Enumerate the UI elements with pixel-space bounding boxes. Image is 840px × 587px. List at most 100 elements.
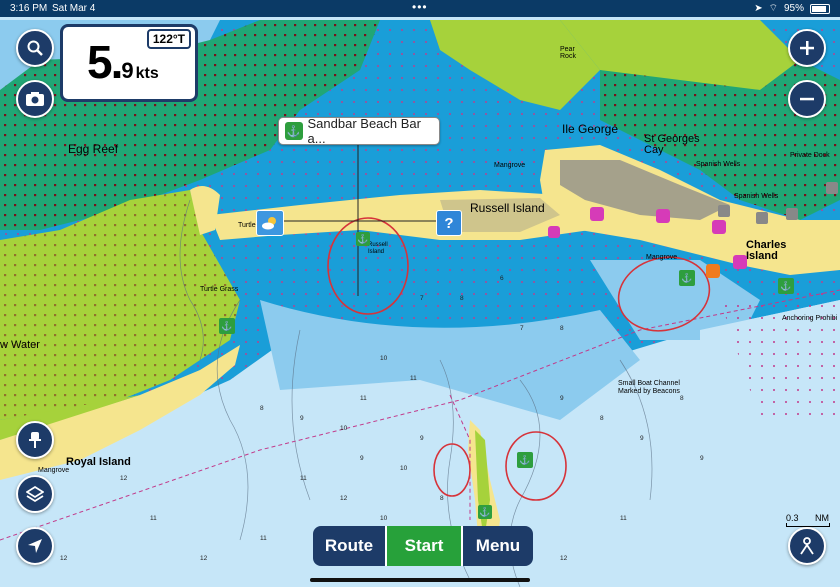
zoom-in-icon xyxy=(800,41,814,55)
marina-icon[interactable] xyxy=(826,182,838,194)
svg-text:10: 10 xyxy=(340,425,348,432)
battery-percent: 95% xyxy=(783,3,804,14)
svg-text:12: 12 xyxy=(200,555,208,562)
marina-icon[interactable] xyxy=(733,255,747,269)
svg-text:10: 10 xyxy=(380,355,388,362)
svg-text:7: 7 xyxy=(520,325,524,332)
camera-icon xyxy=(26,92,44,106)
svg-text:9: 9 xyxy=(300,415,304,422)
person-icon xyxy=(800,537,814,555)
speed-decimal: 9 xyxy=(121,58,134,83)
marina-icon[interactable] xyxy=(756,212,768,224)
svg-text:8: 8 xyxy=(260,405,264,412)
label-turtle-grass: Turtle Grass xyxy=(200,286,239,293)
marina-icon[interactable] xyxy=(590,207,604,221)
scale-bar: 0.3 NM xyxy=(786,513,830,527)
status-right: ➤ ⌔ 95% xyxy=(754,2,830,15)
start-button[interactable]: Start xyxy=(385,526,463,566)
search-button[interactable] xyxy=(16,29,54,67)
scale-value: 0.3 xyxy=(786,513,799,523)
svg-text:10: 10 xyxy=(400,465,408,472)
anchorage-icon[interactable]: ⚓ xyxy=(219,318,235,334)
bottom-action-bar: Route Start Menu xyxy=(313,526,533,566)
speed-unit: kts xyxy=(135,65,159,82)
speed-value: 5.9 kts xyxy=(87,35,159,89)
anchorage-icon[interactable]: ⚓ xyxy=(478,505,492,519)
location-arrow-icon xyxy=(28,539,42,553)
question-icon[interactable]: ? xyxy=(436,210,462,236)
label-mangrove: Mangrove xyxy=(494,162,526,169)
label-russell-island-small: Russell Island xyxy=(368,242,388,255)
svg-text:8: 8 xyxy=(600,415,604,422)
label-spanish-wells: Spanish Wells xyxy=(734,193,779,200)
svg-text:8: 8 xyxy=(460,295,464,302)
marina-icon[interactable] xyxy=(656,209,670,223)
svg-text:7: 7 xyxy=(420,295,424,302)
label-st-georges-cay: St Georges Cay xyxy=(644,133,700,156)
svg-text:11: 11 xyxy=(150,515,157,522)
label-private-dock: Private Dock xyxy=(790,152,830,159)
label-mangrove: Mangrove xyxy=(646,254,678,261)
layers-button[interactable] xyxy=(16,475,54,513)
svg-text:9: 9 xyxy=(360,455,364,462)
anchorage-icon[interactable]: ⚓ xyxy=(778,278,794,294)
zoom-in-button[interactable] xyxy=(788,29,826,67)
location-status-icon: ➤ xyxy=(754,3,763,14)
label-turtle: Turtle xyxy=(238,222,256,229)
wifi-icon: ⌔ xyxy=(768,3,778,14)
pin-button[interactable] xyxy=(16,421,54,459)
scale-unit: NM xyxy=(815,513,830,523)
svg-text:8: 8 xyxy=(440,495,444,502)
menu-button[interactable]: Menu xyxy=(463,526,533,566)
label-pear-rock: Pear Rock xyxy=(560,46,576,60)
svg-text:10: 10 xyxy=(380,515,388,522)
anchorage-icon[interactable]: ⚓ xyxy=(517,452,533,468)
label-anchoring-prohibited: Anchoring Prohibi xyxy=(782,315,838,322)
camera-button[interactable] xyxy=(16,80,54,118)
label-charles-island: Charles Island xyxy=(746,239,787,262)
svg-text:12: 12 xyxy=(120,475,128,482)
poi-callout[interactable]: ⚓ Sandbar Beach Bar a... xyxy=(278,116,440,146)
pin-icon xyxy=(29,432,41,448)
svg-text:6: 6 xyxy=(500,275,504,282)
marina-icon[interactable] xyxy=(712,220,726,234)
status-time: 3:16 PM xyxy=(10,3,48,14)
svg-text:9: 9 xyxy=(640,435,644,442)
route-button[interactable]: Route xyxy=(313,526,385,566)
search-icon xyxy=(27,40,43,56)
marina-icon[interactable] xyxy=(706,264,720,278)
location-button[interactable] xyxy=(16,527,54,565)
zoom-out-icon xyxy=(800,97,814,101)
label-egg-reef: Egg Reef xyxy=(68,142,119,156)
marina-icon[interactable] xyxy=(718,205,730,217)
svg-text:8: 8 xyxy=(560,325,564,332)
status-date: Sat Mar 4 xyxy=(52,3,96,14)
label-russell-island: Russell Island xyxy=(470,201,545,215)
zoom-out-button[interactable] xyxy=(788,80,826,118)
speed-whole: 5. xyxy=(87,36,123,88)
svg-text:12: 12 xyxy=(60,555,68,562)
marina-icon[interactable] xyxy=(548,226,560,238)
layers-icon xyxy=(26,485,44,503)
weather-icon[interactable] xyxy=(256,210,284,236)
label-small-boat-channel: Small Boat Channel Marked by Beacons xyxy=(618,380,680,395)
label-royal-island: Royal Island xyxy=(66,456,131,468)
status-bar: 3:16 PM Sat Mar 4 ••• ➤ ⌔ 95% xyxy=(0,0,840,17)
home-indicator[interactable] xyxy=(310,578,530,582)
svg-text:9: 9 xyxy=(560,395,564,402)
svg-text:11: 11 xyxy=(360,395,367,402)
battery-icon xyxy=(810,3,830,14)
label-mangrove: Mangrove xyxy=(38,467,70,474)
svg-text:11: 11 xyxy=(620,515,627,522)
anchorage-icon[interactable]: ⚓ xyxy=(679,270,695,286)
callout-label: Sandbar Beach Bar a... xyxy=(307,116,421,146)
multitask-dots[interactable]: ••• xyxy=(412,0,428,14)
account-button[interactable] xyxy=(788,527,826,565)
svg-text:12: 12 xyxy=(560,555,568,562)
label-w-water: w Water xyxy=(0,339,40,351)
svg-text:12: 12 xyxy=(340,495,348,502)
anchorage-icon[interactable]: ⚓ xyxy=(356,232,370,246)
speed-display[interactable]: 122°T 5.9 kts xyxy=(60,24,198,102)
marina-icon[interactable] xyxy=(786,208,798,220)
svg-text:11: 11 xyxy=(410,375,417,382)
